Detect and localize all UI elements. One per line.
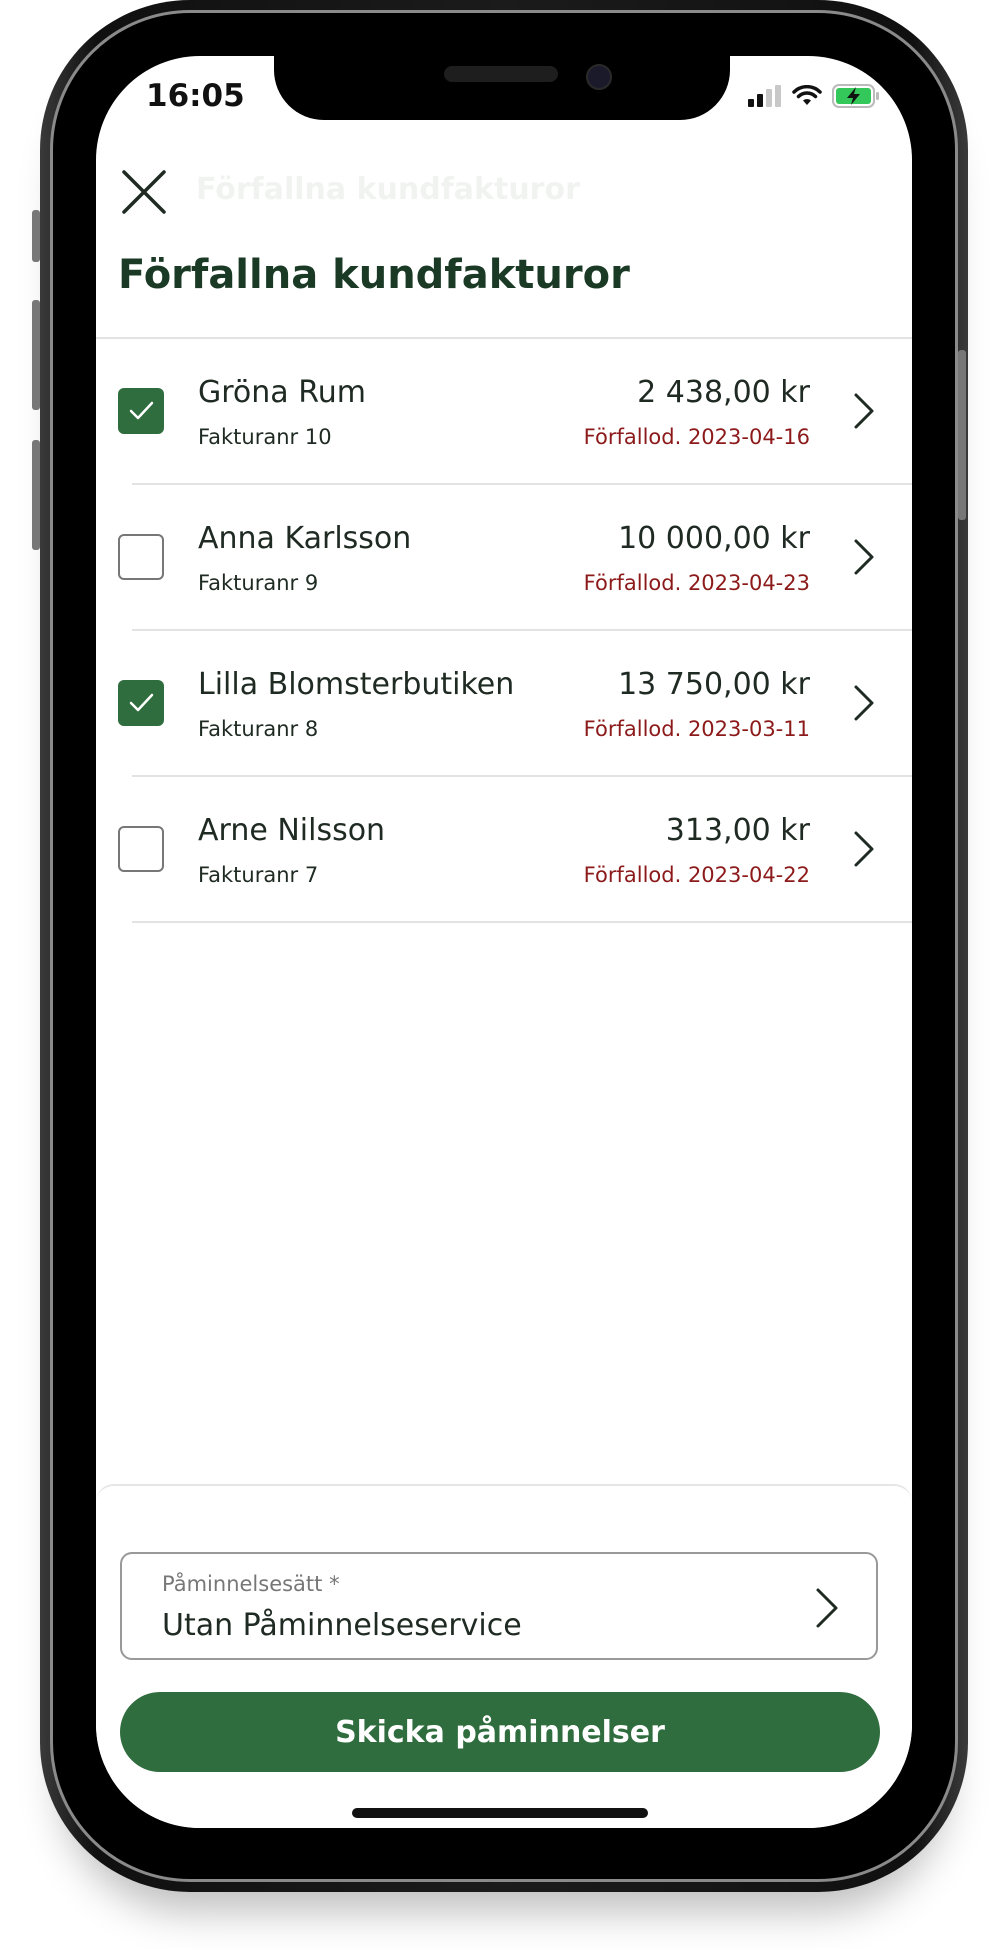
home-indicator: [352, 1808, 648, 1818]
chevron-right-icon: [854, 685, 874, 721]
send-reminders-button[interactable]: Skicka påminnelser: [120, 1692, 880, 1772]
due-date: Förfallod. 2023-04-23: [583, 571, 810, 595]
reminder-method-value: Utan Påminnelseservice: [162, 1608, 522, 1643]
close-icon[interactable]: [118, 166, 170, 218]
bottom-action-sheet: Påminnelsesätt * Utan Påminnelseservice …: [96, 1484, 912, 1828]
cellular-signal-icon: [748, 85, 781, 107]
side-button: [958, 350, 966, 520]
customer-name: Gröna Rum: [198, 375, 366, 410]
side-button: [32, 440, 40, 550]
invoice-row[interactable]: Arne Nilsson Fakturanr 7 313,00 kr Förfa…: [96, 777, 912, 923]
checkmark-icon: [129, 401, 154, 420]
invoice-row[interactable]: Lilla Blomsterbutiken Fakturanr 8 13 750…: [96, 631, 912, 777]
invoice-number: Fakturanr 7: [198, 863, 319, 887]
invoice-checkbox-checked[interactable]: [118, 680, 164, 726]
reminder-method-select[interactable]: Påminnelsesätt * Utan Påminnelseservice: [120, 1552, 878, 1660]
invoice-amount: 13 750,00 kr: [618, 667, 810, 702]
customer-name: Lilla Blomsterbutiken: [198, 667, 515, 702]
invoice-checkbox-unchecked[interactable]: [118, 826, 164, 872]
due-date: Förfallod. 2023-04-22: [583, 863, 810, 887]
invoice-amount: 10 000,00 kr: [618, 521, 810, 556]
customer-name: Arne Nilsson: [198, 813, 386, 848]
wifi-icon: [792, 85, 822, 105]
checkmark-icon: [129, 693, 154, 712]
chevron-right-icon: [854, 393, 874, 429]
invoice-row[interactable]: Gröna Rum Fakturanr 10 2 438,00 kr Förfa…: [96, 339, 912, 485]
reminder-method-label: Påminnelsesätt *: [162, 1572, 340, 1596]
invoice-amount: 2 438,00 kr: [637, 375, 810, 410]
side-button: [32, 300, 40, 410]
due-date: Förfallod. 2023-03-11: [583, 717, 810, 741]
invoice-number: Fakturanr 8: [198, 717, 319, 741]
status-time: 16:05: [146, 78, 245, 114]
chevron-right-icon: [816, 1588, 838, 1628]
invoice-number: Fakturanr 9: [198, 571, 319, 595]
invoice-row[interactable]: Anna Karlsson Fakturanr 9 10 000,00 kr F…: [96, 485, 912, 631]
status-icons: [748, 84, 880, 108]
due-date: Förfallod. 2023-04-16: [583, 425, 810, 449]
battery-charging-icon: [832, 84, 879, 108]
speaker: [444, 66, 558, 82]
collapsed-header-title: Förfallna kundfakturor: [196, 172, 580, 207]
divider: [132, 921, 912, 923]
invoice-number: Fakturanr 10: [198, 425, 332, 449]
camera: [586, 64, 612, 90]
invoice-checkbox-unchecked[interactable]: [118, 534, 164, 580]
chevron-right-icon: [854, 539, 874, 575]
invoice-amount: 313,00 kr: [665, 813, 810, 848]
side-button: [32, 210, 40, 262]
page-title: Förfallna kundfakturor: [118, 252, 630, 298]
invoice-checkbox-checked[interactable]: [118, 388, 164, 434]
notch: [274, 56, 730, 120]
customer-name: Anna Karlsson: [198, 521, 412, 556]
chevron-right-icon: [854, 831, 874, 867]
app-screen: 16:05 Förfallna kundfakturor Förfallna k…: [96, 56, 912, 1828]
